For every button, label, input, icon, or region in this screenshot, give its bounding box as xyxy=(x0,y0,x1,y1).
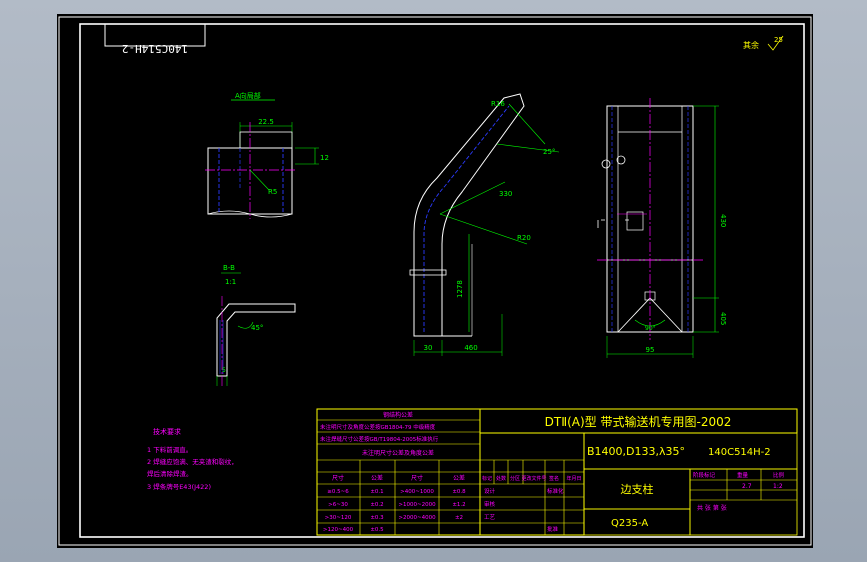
sheet-label: 共 张 第 张 xyxy=(697,504,727,512)
tol-r1-c3: >400~1000 xyxy=(400,489,434,495)
section-a-dim-radius: R5 xyxy=(268,188,277,196)
tech-notes-title: 技术要求 xyxy=(153,427,181,436)
tech-note-line-2: 2 焊缝应饱满、无夹渣和裂纹， xyxy=(147,457,238,466)
side-dim-length: 1278 xyxy=(456,280,464,298)
weight-label: 重量 xyxy=(737,471,749,479)
roughness-note: 其余 xyxy=(743,40,759,50)
tolerance-heading: 钢结构公差 xyxy=(383,411,413,419)
material: Q235-A xyxy=(611,518,648,529)
front-dim-height-2: 405 xyxy=(719,312,727,325)
drawing-sheet[interactable]: 140C514H-2 其余 25 A向局部 22.5 12 R5 B-B 1:1… xyxy=(57,14,813,548)
rev-role-design: 设计 xyxy=(484,487,496,495)
mirrored-drawing-number: 140C514H-2 xyxy=(122,42,188,55)
side-dim-top: R16 xyxy=(491,100,505,108)
rev-role-standard: 标准化 xyxy=(547,487,564,495)
tol-r3-c3: >2000~4000 xyxy=(398,515,436,521)
tol-r4-c2: ±0.5 xyxy=(370,527,384,533)
tolerance-note-2: 未注焊缝尺寸公差按GB/T19804-2005标准执行 xyxy=(320,435,439,443)
front-dim-angle: 90° xyxy=(645,325,656,332)
rev-label-sign: 签名 xyxy=(549,475,559,482)
section-b-dim-bottom: 5 xyxy=(222,367,226,374)
section-b-subtitle: 1:1 xyxy=(225,278,236,286)
tech-note-line-3: 焊后清除焊渣。 xyxy=(147,469,193,478)
front-dim-width: 95 xyxy=(646,346,655,354)
rev-label-date: 年月日 xyxy=(566,475,581,482)
rev-role-review: 审核 xyxy=(484,500,496,508)
section-a-title: A向局部 xyxy=(235,91,261,100)
main-title: DTⅡ(A)型 带式输送机专用图-2002 xyxy=(545,414,732,429)
side-dim-radius: R20 xyxy=(517,234,531,242)
tolerance-col-2: 公差 xyxy=(371,474,383,482)
tol-r1-c2: ±0.1 xyxy=(370,489,383,495)
rev-label-mark: 标记 xyxy=(482,475,492,482)
section-a-view: A向局部 22.5 12 R5 xyxy=(205,91,329,219)
rev-role-approve: 批准 xyxy=(547,525,559,533)
tol-r2-c3: >1000~2000 xyxy=(398,502,436,508)
section-b-title: B-B xyxy=(223,264,235,272)
side-dim-mid: 330 xyxy=(499,190,512,198)
part-name: 边支柱 xyxy=(621,482,654,496)
tolerance-col-1: 尺寸 xyxy=(332,474,344,482)
tolerance-note-1: 未注明尺寸及角度公差按GB1804-79 中级精度 xyxy=(320,423,436,431)
section-a-dim-top: 22.5 xyxy=(258,118,274,126)
tol-r3-c4: ±2 xyxy=(455,515,463,521)
section-a-dim-right: 12 xyxy=(320,154,329,162)
side-dim-bottom-right: 460 xyxy=(464,344,477,352)
technical-notes: 技术要求 1 下料前调直。 2 焊缝应饱满、无夹渣和裂纹， 焊后清除焊渣。 3 … xyxy=(147,427,238,491)
front-view: 430 405 90° 95 xyxy=(597,98,727,358)
section-b-view: B-B 1:1 45° 5 xyxy=(216,264,296,386)
tech-note-line-4: 3 焊条牌号E43(J422) xyxy=(147,482,211,491)
side-dim-bottom-left: 30 xyxy=(424,344,433,352)
rev-label-doc: 更改文件号 xyxy=(521,475,546,482)
side-dim-angle: 25° xyxy=(543,148,555,156)
spec-text: B1400,D133,λ35° xyxy=(587,445,685,458)
weight-value: 2.7 xyxy=(742,483,752,490)
rev-role-process: 工艺 xyxy=(484,514,496,521)
tol-r1-c1: ≥0.5~6 xyxy=(327,489,349,495)
tol-r2-c4: ±1.2 xyxy=(452,502,465,508)
tol-r3-c2: ±0.3 xyxy=(370,515,384,521)
tol-r4-c1: >120~400 xyxy=(323,527,354,533)
front-dim-height-1: 430 xyxy=(719,214,727,227)
tol-r3-c1: >30~120 xyxy=(325,515,352,521)
scale-value: 1:2 xyxy=(773,483,783,490)
section-b-dim-angle: 45° xyxy=(251,324,263,332)
rev-label-zone: 分区 xyxy=(510,475,520,482)
stage-label: 阶段标记 xyxy=(693,471,716,479)
tolerance-subheading: 未注明尺寸公差及角度公差 xyxy=(362,449,434,457)
rev-label-count: 处数 xyxy=(496,475,506,482)
tolerance-col-3: 尺寸 xyxy=(411,474,423,482)
tol-r2-c2: ±0.2 xyxy=(370,502,383,508)
tech-note-line-1: 1 下料前调直。 xyxy=(147,445,192,454)
side-view: R16 25° 330 R20 1278 30 460 xyxy=(409,93,560,356)
drawing-canvas: 140C514H-2 其余 25 A向局部 22.5 12 R5 B-B 1:1… xyxy=(58,16,812,546)
tolerance-col-4: 公差 xyxy=(453,474,465,482)
cad-viewport[interactable]: 140C514H-2 其余 25 A向局部 22.5 12 R5 B-B 1:1… xyxy=(0,0,867,562)
drawing-number: 140C514H-2 xyxy=(708,447,771,458)
tol-r1-c4: ±0.8 xyxy=(452,489,466,495)
scale-label: 比例 xyxy=(773,471,785,479)
tol-r2-c1: >6~30 xyxy=(328,502,348,508)
